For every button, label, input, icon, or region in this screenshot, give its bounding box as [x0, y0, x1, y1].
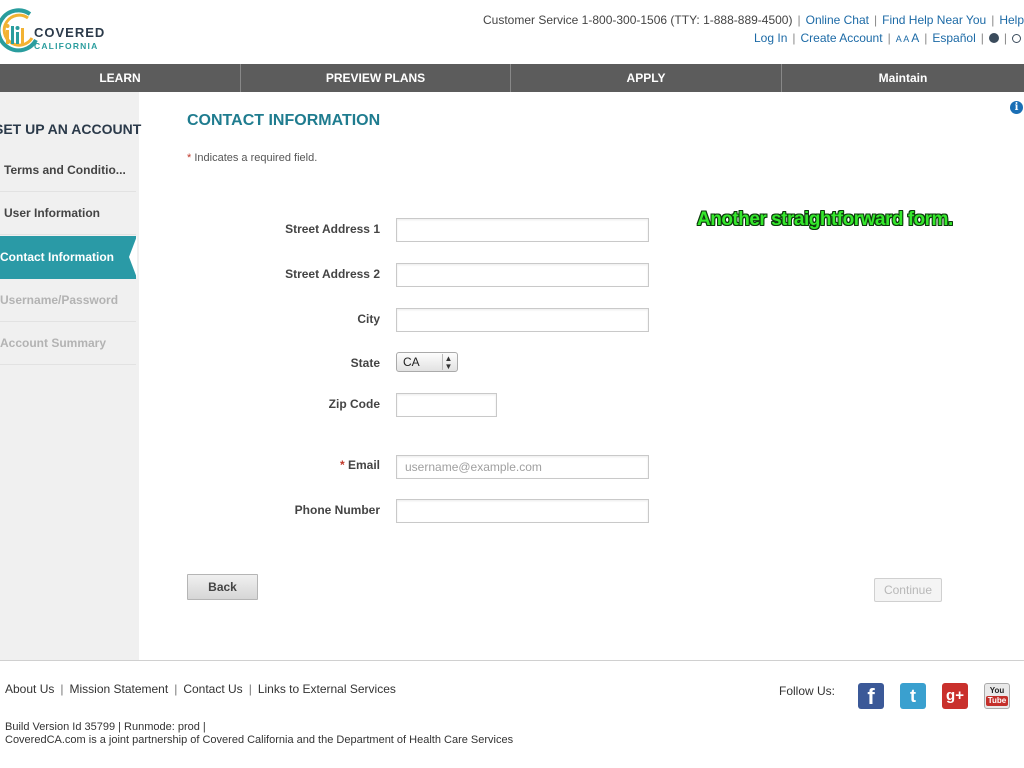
back-button[interactable]: Back [187, 574, 258, 600]
footer-contact-us[interactable]: Contact Us [183, 682, 242, 696]
text-size-small[interactable]: A A [896, 34, 909, 44]
info-icon[interactable]: i [1010, 101, 1023, 114]
online-chat-link[interactable]: Online Chat [806, 13, 869, 27]
nav-apply[interactable]: APPLY [511, 64, 782, 92]
street1-label: Street Address 1 [285, 222, 380, 236]
annotation-callout: Another straightforward form. [697, 209, 953, 230]
sidebar-item-terms[interactable]: Terms and Conditio... [0, 149, 136, 192]
sidebar-item-contact-information[interactable]: Contact Information [0, 236, 136, 279]
city-input[interactable] [396, 308, 649, 332]
accessibility-icon[interactable] [1012, 34, 1021, 43]
build-version: Build Version Id 35799 | Runmode: prod | [5, 721, 206, 733]
sidebar-item-account-summary: Account Summary [0, 322, 136, 365]
create-account-link[interactable]: Create Account [801, 31, 883, 45]
google-plus-icon[interactable]: g+ [942, 683, 968, 709]
espanol-link[interactable]: Español [932, 31, 975, 45]
help-link[interactable]: Help [999, 13, 1024, 27]
youtube-you-text: You [989, 686, 1005, 695]
customer-service-text: Customer Service 1-800-300-1506 (TTY: 1-… [482, 13, 793, 27]
sidebar-item-user-information[interactable]: User Information [0, 192, 136, 235]
youtube-tube-text: Tube [986, 696, 1008, 706]
main-nav: LEARN PREVIEW PLANS APPLY Maintain [0, 64, 1024, 92]
sidebar: SET UP AN ACCOUNT Terms and Conditio... … [0, 92, 142, 660]
partnership-text: CoveredCA.com is a joint partnership of … [5, 734, 514, 746]
logo-text: COVERED CALIFORNIA [34, 26, 105, 51]
email-label: * Email [340, 458, 380, 472]
zip-label: Zip Code [328, 397, 380, 411]
active-step-indicator [129, 236, 137, 278]
required-note-text: Indicates a required field. [194, 152, 318, 164]
logo-line2: CALIFORNIA [34, 41, 99, 51]
utility-bar: Customer Service 1-800-300-1506 (TTY: 1-… [482, 13, 1024, 45]
covered-california-logo[interactable]: COVERED CALIFORNIA [0, 6, 122, 56]
required-note: * Indicates a required field. [187, 152, 317, 164]
page-title: CONTACT INFORMATION [187, 112, 381, 129]
state-label: State [350, 356, 380, 370]
find-help-link[interactable]: Find Help Near You [882, 13, 986, 27]
continue-button[interactable]: Continue [874, 578, 942, 602]
footer-links: About Us | Mission Statement | Contact Us | Li… [5, 682, 396, 696]
footer-about-us[interactable]: About Us [5, 682, 54, 696]
street2-label: Street Address 2 [285, 267, 380, 281]
email-input[interactable] [396, 455, 649, 479]
zip-input[interactable] [396, 393, 497, 417]
build-info: Build Version Id 35799 | Runmode: prod |… [5, 721, 513, 747]
sidebar-title: SET UP AN ACCOUNT [0, 121, 142, 137]
text-size-large[interactable]: A [911, 31, 919, 45]
select-arrows-icon: ▲ ▼ [442, 354, 454, 371]
state-select-value: CA [403, 355, 420, 369]
state-select[interactable]: CA ▲ ▼ [396, 352, 458, 372]
required-asterisk: * [187, 152, 192, 164]
globe-icon[interactable] [988, 33, 999, 43]
sidebar-item-username-password: Username/Password [0, 279, 136, 322]
follow-us-label: Follow Us: [779, 684, 836, 698]
phone-label: Phone Number [294, 503, 380, 517]
email-label-text: Email [347, 458, 380, 472]
facebook-icon[interactable]: f [858, 683, 884, 709]
footer-external-links[interactable]: Links to External Services [258, 682, 396, 696]
street1-input[interactable] [396, 218, 649, 242]
email-required-asterisk: * [339, 458, 345, 472]
log-in-link[interactable]: Log In [754, 31, 787, 45]
street2-input[interactable] [396, 263, 649, 287]
nav-preview-plans[interactable]: PREVIEW PLANS [241, 64, 511, 92]
footer-divider [0, 660, 1024, 661]
twitter-icon[interactable]: t [900, 683, 926, 709]
city-label: City [357, 312, 380, 326]
youtube-icon[interactable]: You Tube [984, 683, 1010, 709]
text-size-control[interactable]: A A A [896, 31, 920, 45]
phone-input[interactable] [396, 499, 649, 523]
nav-learn[interactable]: LEARN [0, 64, 241, 92]
nav-maintain[interactable]: Maintain [782, 64, 1024, 92]
logo-line1: COVERED [34, 25, 106, 40]
footer-mission-statement[interactable]: Mission Statement [69, 682, 168, 696]
